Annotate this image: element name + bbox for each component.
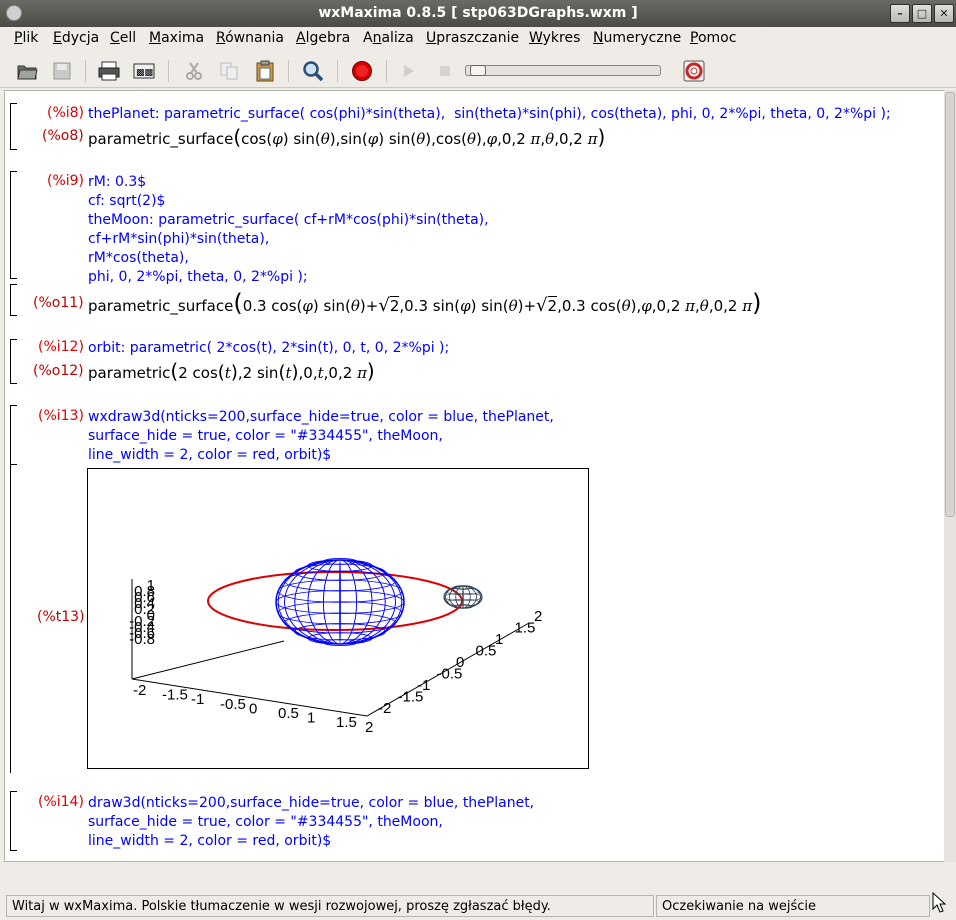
input-code[interactable]: wxdraw3d(nticks=200,surface_hide=true, c… [88,408,554,465]
search-icon[interactable] [301,59,325,83]
menu-rownania[interactable]: Równania [216,30,284,46]
copy-icon [217,59,241,83]
minimize-button[interactable]: – [890,4,910,23]
y-tick-label: 1.5 [515,620,536,637]
y-tick-label: 2 [534,608,542,625]
status-message: Witaj w wxMaxima. Polskie tłumaczenie w … [6,895,654,917]
output-expression: parametric_surface(cos(φ) sin(θ),sin(φ) … [88,125,606,149]
menu-upraszczanie[interactable]: Upraszczanie [426,30,519,46]
close-button[interactable]: ✕ [934,4,954,23]
y-tick-label: 0.5 [476,643,497,660]
cell-bracket[interactable] [10,284,18,316]
svg-text:▩▩: ▩▩ [136,68,153,78]
x-tick-label: 0.5 [278,705,299,722]
input-label: (%i9) [47,173,85,189]
menu-plik[interactable]: Plik [14,30,38,46]
y-tick-label: 1 [495,631,503,648]
x-tick-label: 0 [249,700,257,717]
input-label: (%i14) [38,794,84,810]
cell-bracket[interactable] [10,171,18,279]
cell-bracket[interactable] [10,791,18,851]
menu-wykres[interactable]: Wykres [529,30,580,46]
play-icon [397,59,421,83]
cell-bracket[interactable] [10,103,18,150]
y-tick-label: -2 [378,700,391,717]
toolbar: ▩▩ [0,52,956,88]
input-label: (%i13) [38,408,84,424]
x-tick-label: 2 [365,719,373,736]
output-label: (%o8) [42,128,84,144]
y-tick-label: 0 [456,654,464,671]
menu-bar: Plik Edycja Cell Maxima Równania Algebra… [0,27,956,50]
window-title: wxMaxima 0.8.5 [ stp063DGraphs.wxm ] [318,5,638,21]
vertical-scrollbar[interactable] [944,90,956,862]
menu-numeryczne[interactable]: Numeryczne [593,30,681,46]
status-bar: Witaj w wxMaxima. Polskie tłumaczenie w … [0,892,956,920]
menu-analiza[interactable]: Analiza [363,30,414,46]
x-tick-label: -2 [133,682,146,699]
status-state: Oczekiwanie na wejście [656,895,930,917]
input-code[interactable]: draw3d(nticks=200,surface_hide=true, col… [88,794,534,851]
cell-bracket[interactable] [10,339,18,384]
output-expression: parametric(2 cos(t),2 sin(t),0,t,0,2 π) [88,359,375,383]
worksheet[interactable]: (%i8) thePlanet: parametric_surface( cos… [4,90,948,862]
print-icon[interactable] [97,59,121,83]
x-tick-label: 1 [307,710,315,727]
title-bar: wxMaxima 0.8.5 [ stp063DGraphs.wxm ] – □… [0,0,956,27]
y-tick-label: -1 [417,677,430,694]
x-tick-label: -1 [191,691,204,708]
menu-cell[interactable]: Cell [110,30,136,46]
mouse-cursor-icon [932,892,947,913]
output-expression: parametric_surface(0.3 cos(φ) sin(θ)+√2,… [88,289,762,317]
paste-icon[interactable] [253,59,277,83]
planet-latitude [284,570,396,592]
open-icon[interactable] [15,59,39,83]
animation-slider[interactable] [465,65,661,76]
config-icon[interactable]: ▩▩ [132,59,156,83]
x-tick-label: -1.5 [162,687,188,704]
input-code[interactable]: rM: 0.3$ cf: sqrt(2)$ theMoon: parametri… [88,173,489,287]
maximize-button[interactable]: □ [912,4,932,23]
scrollbar-thumb[interactable] [945,92,955,517]
menu-maxima[interactable]: Maxima [149,30,204,46]
output-label: (%t13) [37,609,85,625]
planet-surface [275,558,405,646]
menu-pomoc[interactable]: Pomoc [690,30,736,46]
slider-thumb[interactable] [470,65,486,76]
z-tick-label: -0.8 [129,631,155,648]
cell-bracket-line [10,465,11,773]
x-tick-label: -0.5 [220,696,246,713]
input-code[interactable]: thePlanet: parametric_surface( cos(phi)*… [88,105,891,124]
input-label: (%i12) [38,339,84,355]
save-icon [50,59,74,83]
moon-surface [443,585,483,609]
draw3d-plot[interactable]: 1 0.8 0.6 0.4 0.2 0 -0.2 -0.4 -0.6 -0.8 -2 -1.5 -1-… [87,468,589,769]
x-tick-label: 1.5 [336,714,357,731]
input-label: (%i8) [47,105,85,121]
input-code[interactable]: orbit: parametric( 2*cos(t), 2*sin(t), 0… [88,339,449,358]
cut-icon [182,59,206,83]
help-icon[interactable] [682,59,706,83]
output-label: (%o12) [33,363,84,379]
stop-icon [433,59,457,83]
output-label: (%o11) [33,295,84,311]
plot-canvas: 10.80.60.40.20-0.2-0.4-0.6-0.8 -2 -1.5 -1-… [129,558,542,736]
menu-algebra[interactable]: Algebra [296,30,350,46]
menu-edycja[interactable]: Edycja [53,30,99,46]
cell-bracket[interactable] [10,405,18,465]
interrupt-icon[interactable] [350,59,374,83]
